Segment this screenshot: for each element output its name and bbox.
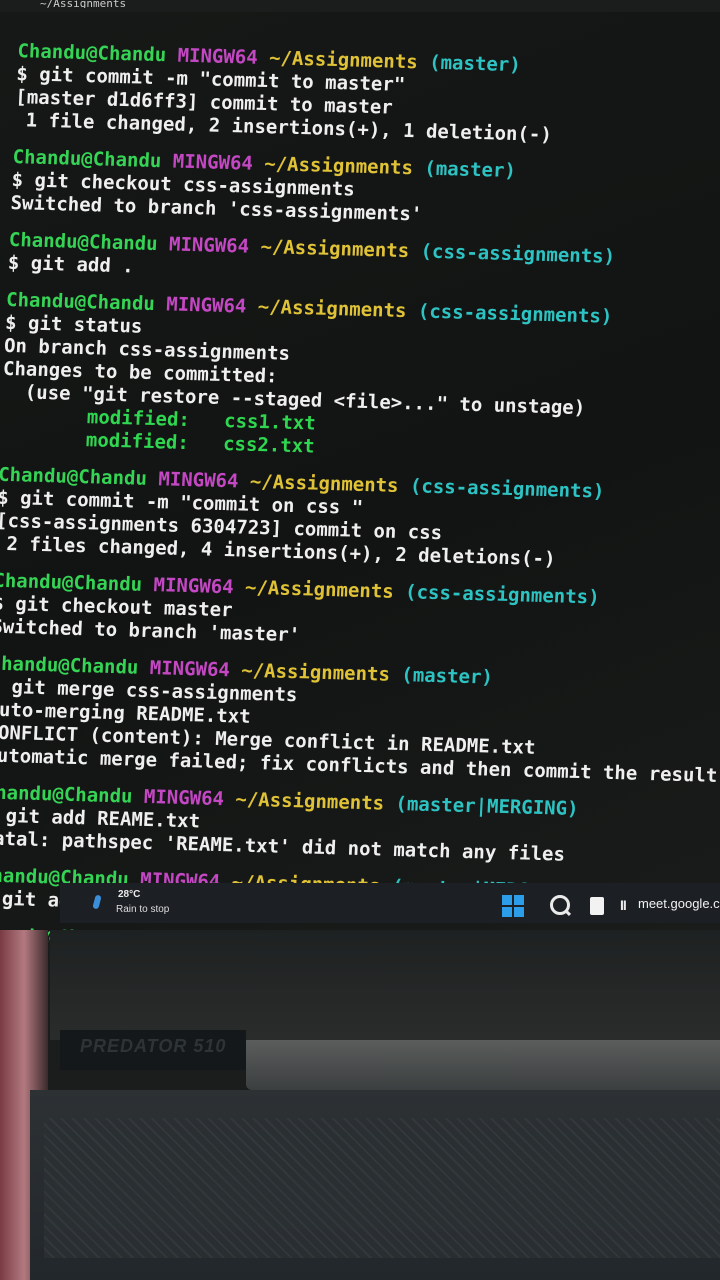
prompt-branch: (css-assignments) bbox=[420, 240, 616, 268]
windows-start-icon[interactable] bbox=[502, 895, 524, 917]
modified-label: modified: bbox=[85, 429, 190, 455]
taskbar-app-meet[interactable]: meet.google.c bbox=[638, 896, 720, 911]
terminal-output[interactable]: Chandu@Chandu MINGW64 ~/Assignments (mas… bbox=[0, 40, 720, 942]
search-icon[interactable] bbox=[550, 895, 570, 915]
prompt-host: MINGW64 bbox=[168, 233, 250, 258]
terminal-block: Chandu@Chandu MINGW64 ~/Assignments (mas… bbox=[0, 781, 680, 869]
laptop-brand-label: PREDATOR 510 bbox=[80, 1036, 227, 1056]
prompt-branch: (master|MERGING) bbox=[395, 792, 580, 821]
prompt-host: MINGW64 bbox=[157, 468, 239, 493]
prompt-user: Chandu@Chandu bbox=[12, 146, 162, 173]
terminal-block: Chandu@Chandu MINGW64 ~/Assignments (css… bbox=[0, 289, 702, 469]
prompt-user: Chandu@Chandu bbox=[17, 40, 167, 67]
prompt-path: ~/Assignments bbox=[260, 235, 410, 263]
prompt-host: MINGW64 bbox=[143, 785, 225, 811]
prompt-user: Chandu@Chandu bbox=[0, 652, 139, 679]
modified-file: css1.txt bbox=[223, 410, 317, 435]
terminal-block: Chandu@Chandu MINGW64 ~/Assignments (mas… bbox=[6, 146, 709, 234]
terminal-block: Chandu@Chandu MINGW64 ~/Assignments (css… bbox=[3, 229, 705, 295]
laptop-hinge-bar bbox=[246, 1040, 720, 1090]
prompt-host: MINGW64 bbox=[149, 657, 231, 682]
terminal-block: Chandu@Chandu MINGW64 ~/Assignments (mas… bbox=[0, 652, 720, 788]
laptop-bezel bbox=[50, 930, 720, 1040]
prompt-path: ~/Assignments bbox=[240, 659, 391, 686]
prompt-user: Chandu@Chandu bbox=[0, 463, 148, 490]
prompt-path: ~/Assignments bbox=[263, 153, 414, 180]
weather-temp[interactable]: 28°C bbox=[118, 889, 140, 900]
prompt-branch: (master) bbox=[400, 664, 494, 689]
file-explorer-icon[interactable] bbox=[590, 897, 604, 915]
prompt-user: Chandu@Chandu bbox=[0, 781, 133, 808]
terminal-block: Chandu@Chandu MINGW64 ~/Assignments (css… bbox=[0, 570, 690, 658]
prompt-path: ~/Assignments bbox=[257, 295, 407, 323]
prompt-path: ~/Assignments bbox=[249, 470, 400, 497]
prompt-host: MINGW64 bbox=[153, 574, 235, 599]
prompt-host: MINGW64 bbox=[172, 150, 254, 175]
prompt-path: ~/Assignments bbox=[234, 788, 385, 815]
prompt-path: ~/Assignments bbox=[244, 576, 395, 603]
prompt-user: Chandu@Chandu bbox=[8, 228, 159, 256]
weather-desc[interactable]: Rain to stop bbox=[116, 904, 169, 915]
terminal-screen: Chandu@Chandu MINGW64 ~/Assignments (mas… bbox=[0, 12, 720, 942]
pause-icon[interactable]: II bbox=[620, 897, 627, 913]
taskbar: 28°C Rain to stop II meet.google.c bbox=[60, 883, 720, 923]
terminal-block: Chandu@Chandu MINGW64 ~/Assignments (css… bbox=[0, 464, 694, 575]
terminal-block: Chandu@Chandu MINGW64 ~/Assignments (mas… bbox=[10, 40, 714, 151]
prompt-branch: (master) bbox=[423, 157, 517, 183]
prompt-branch: (css-assignments) bbox=[409, 475, 605, 503]
prompt-branch: (css-assignments) bbox=[417, 300, 613, 328]
prompt-path: ~/Assignments bbox=[268, 47, 419, 74]
prompt-branch: (master) bbox=[428, 51, 522, 77]
prompt-user: Chandu@Chandu bbox=[5, 288, 156, 316]
prompt-host: MINGW64 bbox=[165, 293, 247, 318]
modified-file: css2.txt bbox=[222, 433, 316, 458]
prompt-branch: (css-assignments) bbox=[404, 581, 601, 609]
prompt-host: MINGW64 bbox=[177, 44, 259, 69]
weather-icon[interactable] bbox=[92, 894, 102, 910]
speaker-grill bbox=[44, 1118, 720, 1258]
window-title: ~/Assignments bbox=[40, 0, 127, 8]
prompt-user: Chandu@Chandu bbox=[0, 569, 143, 596]
modified-label: modified: bbox=[86, 406, 191, 432]
